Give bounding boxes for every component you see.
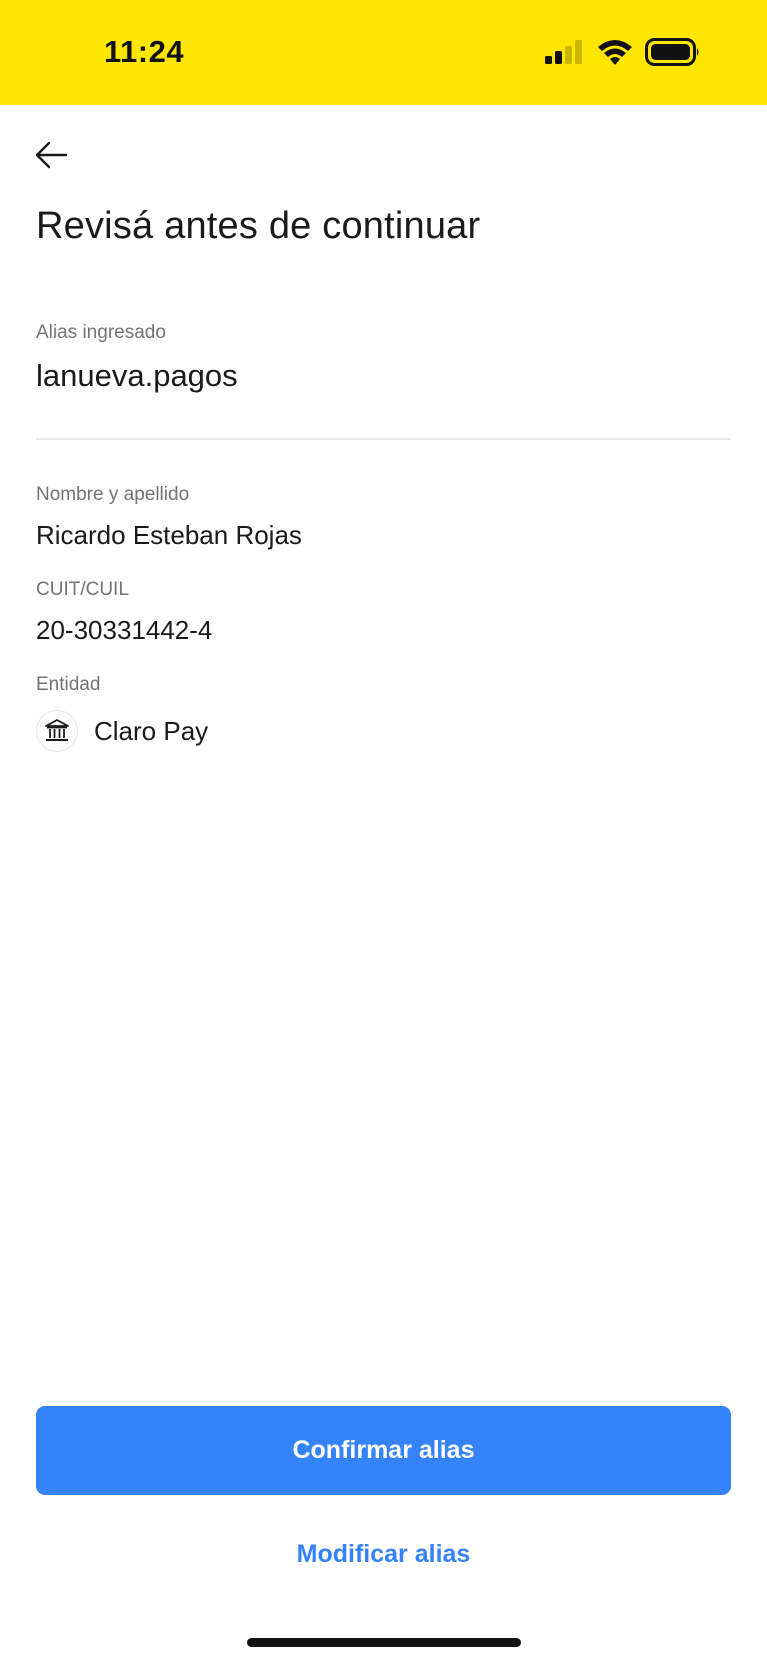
entity-value: Claro Pay (94, 715, 209, 746)
name-value: Ricardo Esteban Rojas (36, 520, 302, 550)
status-bar: 11:24 (0, 0, 767, 105)
battery-icon (645, 38, 699, 66)
home-indicator (247, 1638, 521, 1647)
bank-icon (45, 719, 69, 741)
cuit-label: CUIT/CUIL (36, 579, 129, 600)
wifi-icon (598, 40, 632, 65)
page-title: Revisá antes de continuar (36, 205, 481, 247)
name-label: Nombre y apellido (36, 484, 190, 505)
alias-label: Alias ingresado (36, 322, 166, 343)
signal-icon (545, 40, 582, 64)
divider (36, 438, 731, 440)
bank-avatar (36, 710, 78, 752)
confirm-alias-button[interactable]: Confirmar alias (36, 1406, 731, 1495)
modify-alias-link[interactable]: Modificar alias (0, 1540, 767, 1569)
cuit-value: 20-30331442-4 (36, 615, 213, 645)
alias-value: lanueva.pagos (36, 358, 238, 393)
review-alias-screen: 11:24 Revisá antes de continuar Alias in… (0, 0, 767, 1663)
arrow-left-icon (35, 141, 68, 169)
status-time: 11:24 (104, 34, 185, 69)
back-button[interactable] (26, 130, 76, 180)
entity-row: Claro Pay (36, 710, 208, 752)
entity-label: Entidad (36, 674, 101, 695)
